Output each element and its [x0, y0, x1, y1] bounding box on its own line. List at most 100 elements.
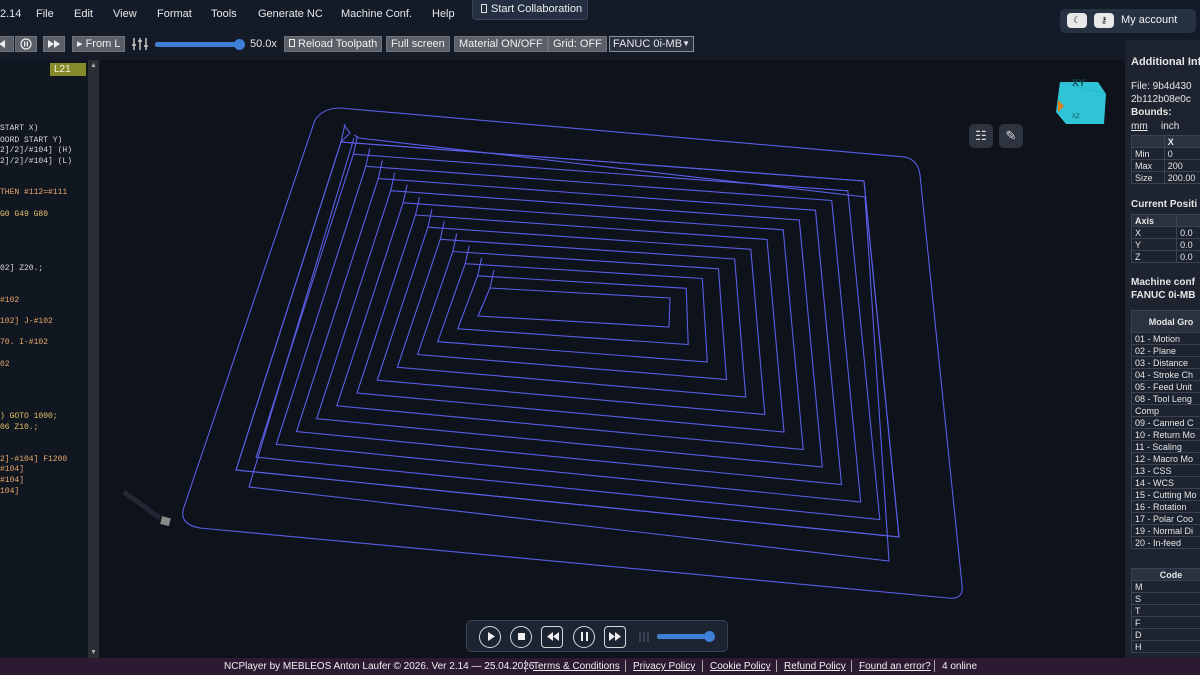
modal-group-row: 09 - Canned C	[1131, 416, 1200, 429]
menu-generate-nc[interactable]: Generate NC	[258, 8, 323, 20]
code-line[interactable]: 102] J-#102	[0, 317, 53, 326]
editor-scrollbar[interactable]: ▲ ▼	[88, 60, 99, 658]
modal-group-row: 11 - Scaling	[1131, 440, 1200, 453]
bounds-cell: 0	[1163, 147, 1200, 160]
play-button[interactable]	[479, 626, 501, 648]
view-cube-bottom-label: XZ	[1072, 114, 1080, 120]
toolpath-plunge	[377, 160, 383, 179]
stop-icon	[517, 633, 525, 640]
machine-select[interactable]: FANUC 0i-MB ▼	[609, 36, 694, 52]
my-account-button[interactable]: ☾ ⚷ My account	[1060, 9, 1196, 33]
pause-button[interactable]	[15, 36, 37, 52]
position-header-value	[1176, 214, 1200, 227]
reload-toolpath-button[interactable]: Reload Toolpath	[284, 36, 383, 52]
toolpath-ring	[275, 165, 862, 503]
code-row: H	[1131, 640, 1200, 653]
footer-separator	[776, 660, 777, 672]
playback-slider[interactable]	[657, 631, 715, 642]
code-line[interactable]: 02] Z20.;	[0, 264, 43, 273]
full-screen-button[interactable]: Full screen	[386, 36, 450, 52]
half-moon-icon[interactable]: ☾	[1067, 13, 1087, 28]
footer-separator	[851, 660, 852, 672]
scroll-down-icon[interactable]: ▼	[90, 649, 97, 656]
menu-machine-conf[interactable]: Machine Conf.	[341, 8, 412, 20]
toolpath-ring	[396, 238, 747, 398]
report-error-link[interactable]: Found an error?	[859, 661, 931, 672]
menu-view[interactable]: View	[113, 8, 137, 20]
bounds-header-empty	[1131, 135, 1165, 148]
position-table: Axis X 0.0 Y 0.0 Z 0.0	[1130, 214, 1200, 263]
code-line[interactable]: START X)	[0, 124, 38, 133]
code-line[interactable]: #104]	[0, 476, 24, 485]
modal-group-row: 01 - Motion	[1131, 332, 1200, 345]
speed-slider-fill	[155, 42, 239, 47]
toolpath-canvas[interactable]	[100, 60, 1125, 658]
modal-group-row: 14 - WCS	[1131, 476, 1200, 489]
footer-separator	[625, 660, 626, 672]
toolpath-viewport[interactable]: ☷ ✎ XY XZ	[100, 60, 1125, 658]
menu-tools[interactable]: Tools	[211, 8, 237, 20]
modal-group-row: 16 - Rotation	[1131, 500, 1200, 513]
speed-slider[interactable]	[155, 39, 245, 50]
start-collaboration-button[interactable]: Start Collaboration	[472, 0, 588, 20]
unit-mm[interactable]: mm	[1131, 121, 1148, 132]
privacy-link[interactable]: Privacy Policy	[633, 661, 695, 672]
toolpath-plunge	[489, 269, 495, 289]
cookie-link[interactable]: Cookie Policy	[710, 661, 771, 672]
toolpath-plunge	[402, 184, 408, 203]
code-line[interactable]: G0 G49 G80	[0, 210, 48, 219]
code-line[interactable]: 02	[0, 360, 10, 369]
code-line[interactable]: 2]/2]/#104] (H)	[0, 146, 72, 155]
speed-slider-thumb[interactable]	[233, 39, 245, 50]
position-cell: Z	[1130, 250, 1178, 263]
pause-button-bottom[interactable]	[573, 626, 595, 648]
stop-button[interactable]	[510, 626, 532, 648]
playback-slider-thumb[interactable]	[703, 631, 715, 642]
clipboard-icon[interactable]: ☷	[969, 124, 993, 148]
code-line[interactable]: 06 Z10.;	[0, 423, 38, 432]
refund-link[interactable]: Refund Policy	[784, 661, 846, 672]
menu-help[interactable]: Help	[432, 8, 455, 20]
code-line[interactable]: 2]-#104] F1200	[0, 455, 67, 464]
code-line[interactable]: THEN #112=#111	[0, 188, 67, 197]
from-line-button[interactable]: ▸ From L	[72, 36, 126, 52]
equalizer-icon[interactable]	[131, 36, 149, 52]
code-row: M	[1131, 580, 1200, 593]
menu-edit[interactable]: Edit	[74, 8, 93, 20]
toolpath-plunge	[439, 221, 445, 240]
view-cube[interactable]: XY XZ	[1052, 72, 1107, 126]
position-header-axis: Axis	[1130, 214, 1178, 227]
scroll-up-icon[interactable]: ▲	[90, 62, 97, 69]
step-back-button[interactable]	[0, 36, 14, 52]
modal-groups-header: Modal Gro	[1131, 310, 1200, 333]
code-lines[interactable]: START X) OORD START Y) 2]/2]/#104] (H) 2]/2…	[0, 60, 88, 658]
volume-icon	[638, 629, 650, 645]
rewind-button[interactable]	[541, 626, 563, 648]
grid-toggle-button[interactable]: Grid: OFF	[548, 36, 607, 52]
forward-button[interactable]	[604, 626, 626, 648]
code-line[interactable]: 70. I-#102	[0, 338, 48, 347]
material-toggle-button[interactable]: Material ON/OFF	[454, 36, 548, 52]
fast-forward-button[interactable]	[43, 36, 65, 52]
menu-file[interactable]: File	[36, 8, 54, 20]
ruler-icon[interactable]: ✎	[999, 124, 1023, 148]
current-line-badge: L21	[50, 63, 86, 76]
code-line[interactable]: 104]	[0, 487, 19, 496]
code-line[interactable]: #104]	[0, 465, 24, 474]
key-icon[interactable]: ⚷	[1094, 13, 1114, 28]
step-back-icon	[0, 40, 5, 48]
modal-group-row: 20 - In-feed	[1131, 536, 1200, 549]
code-line[interactable]: ) GOTO 1000;	[0, 412, 58, 421]
menu-bar: 2.14 File Edit View Format Tools Generat…	[0, 0, 1200, 30]
code-line[interactable]: #102	[0, 296, 19, 305]
chevron-down-icon: ▼	[682, 39, 690, 48]
app-version: 2.14	[0, 8, 22, 20]
menu-format[interactable]: Format	[157, 8, 192, 20]
terms-link[interactable]: Terms & Conditions	[533, 661, 620, 672]
bounds-cell: Size	[1131, 171, 1165, 184]
unit-inch[interactable]: inch	[1161, 121, 1179, 132]
code-line[interactable]: 2]/2]/#104] (L)	[0, 157, 72, 166]
toolpath-plunge	[452, 233, 458, 252]
code-line[interactable]: OORD START Y)	[0, 136, 62, 145]
footer-separator	[525, 660, 526, 672]
